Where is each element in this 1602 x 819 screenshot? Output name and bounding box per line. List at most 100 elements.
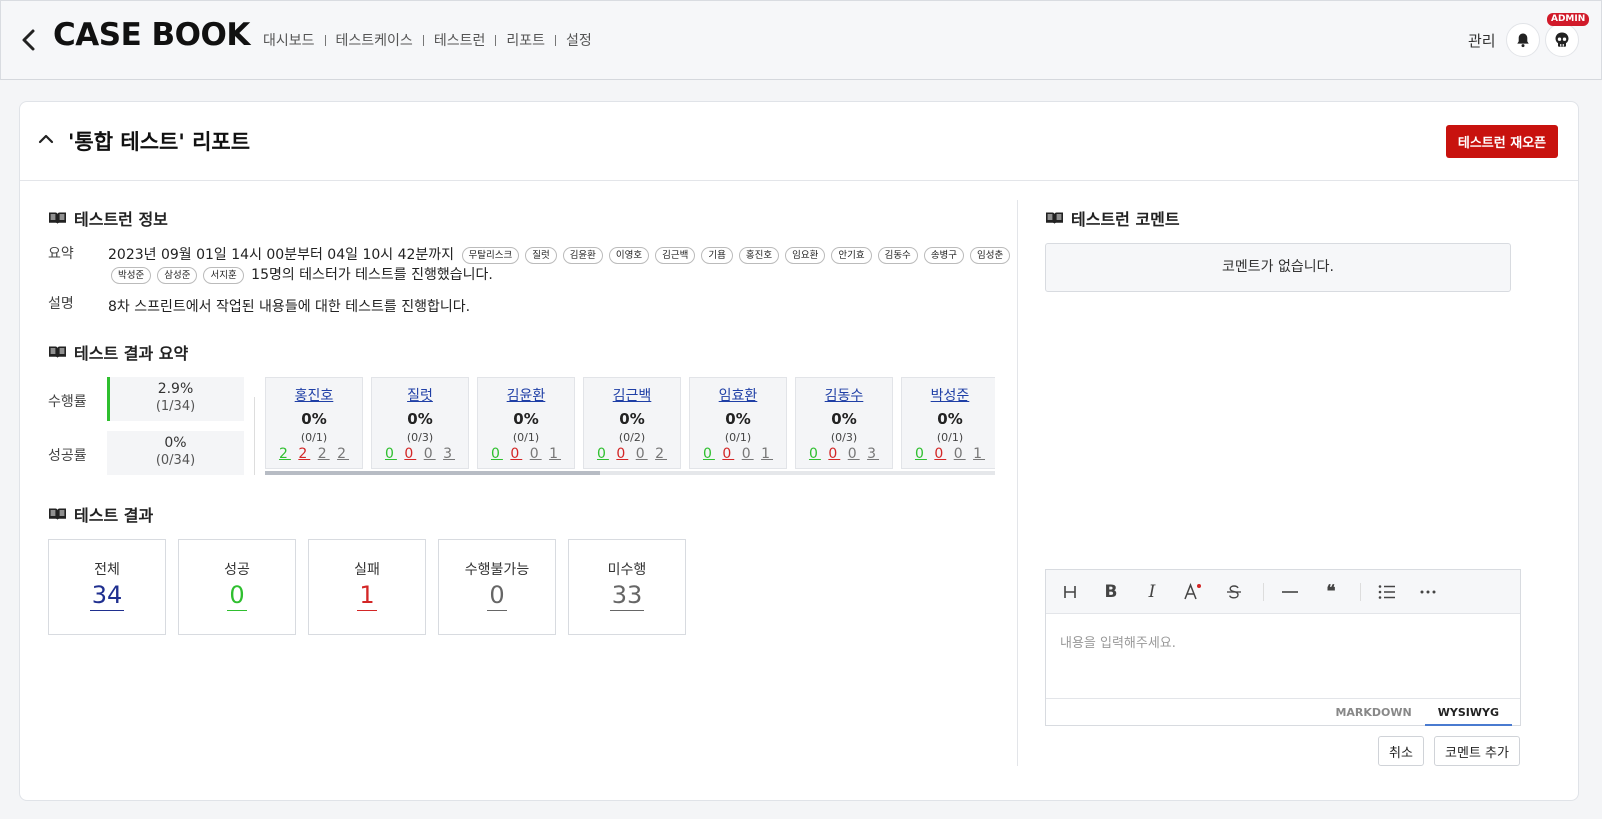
passed-count: 0 (490, 446, 503, 462)
test-results-heading: 테스트 결과 (48, 502, 153, 526)
comment-input[interactable]: 내용을 입력해주세요. (1046, 614, 1520, 698)
failed-count: 0 (828, 446, 841, 462)
add-comment-button[interactable]: 코멘트 추가 (1434, 736, 1520, 766)
nav-divider (324, 34, 326, 46)
untestable-count: 0 (529, 446, 542, 462)
result-label: 성공 (224, 562, 250, 578)
comment-editor: B I ❝ 내용을 입력해주세요. MARKDOWN WYSIWYG (1045, 569, 1521, 726)
nav-testruns[interactable]: 테스트런 (434, 30, 486, 50)
success-rate-percent: 0% (164, 435, 187, 451)
nav-settings[interactable]: 설정 (566, 30, 592, 50)
tester-counts: 0 0 0 1 (902, 446, 995, 462)
result-value[interactable]: 0 (487, 581, 507, 611)
book-icon (49, 212, 66, 224)
tester-cards-scrollbar[interactable] (265, 471, 995, 475)
passed-count: 0 (596, 446, 609, 462)
tester-percent: 0% (831, 410, 857, 428)
description-label: 설명 (48, 296, 74, 312)
editor-mode-tabs: MARKDOWN WYSIWYG (1046, 698, 1520, 726)
failed-count: 0 (616, 446, 629, 462)
book-icon (1046, 212, 1063, 224)
tab-wysiwyg[interactable]: WYSIWYG (1424, 699, 1512, 726)
tester-counts: 0 0 0 1 (690, 446, 786, 462)
tester-percent: 0% (725, 410, 751, 428)
result-value[interactable]: 1 (357, 581, 377, 611)
tester-name-link[interactable]: 박성준 (902, 385, 995, 405)
untested-count: 1 (973, 446, 986, 462)
result-label: 미수행 (607, 562, 647, 578)
scrollbar-thumb[interactable] (265, 471, 600, 475)
tester-tag: 서지훈 (203, 267, 244, 284)
nav-reports[interactable]: 리포트 (506, 30, 545, 50)
tester-fraction: (0/1) (724, 431, 752, 444)
result-box-failed[interactable]: 실패 1 (308, 539, 426, 635)
passed-count: 0 (914, 446, 927, 462)
notification-button[interactable] (1506, 23, 1540, 57)
untestable-count: 0 (423, 446, 436, 462)
result-box-total[interactable]: 전체 34 (48, 539, 166, 635)
nav-divider (495, 34, 497, 46)
result-value[interactable]: 33 (609, 581, 645, 611)
tester-tag: 김동수 (877, 247, 918, 264)
horizontal-rule-icon[interactable] (1276, 578, 1304, 606)
tester-card: 박성준 0% (0/1) 0 0 0 1 (901, 377, 995, 469)
tester-tag: 박성준 (111, 267, 152, 284)
more-icon[interactable] (1414, 578, 1442, 606)
tab-markdown[interactable]: MARKDOWN (1322, 699, 1424, 726)
tester-name-link[interactable]: 김근백 (584, 385, 680, 405)
bold-icon[interactable]: B (1097, 578, 1125, 606)
result-box-untested[interactable]: 미수행 33 (568, 539, 686, 635)
nav-testcases[interactable]: 테스트케이스 (336, 30, 413, 50)
untestable-count: 0 (953, 446, 966, 462)
text-color-icon[interactable] (1179, 578, 1207, 606)
untested-count: 1 (549, 446, 562, 462)
tester-cards[interactable]: 홍진호 0% (0/1) 2 2 2 2 질럿 0% (0/3) 0 0 0 3… (265, 377, 995, 474)
untestable-count: 2 (317, 446, 330, 462)
result-box-passed[interactable]: 성공 0 (178, 539, 296, 635)
logo[interactable]: CASE BOOK (53, 17, 250, 53)
tester-percent: 0% (619, 410, 645, 428)
result-label: 전체 (94, 562, 120, 578)
bell-icon (1517, 33, 1529, 48)
user-avatar[interactable] (1545, 23, 1579, 57)
failed-count: 2 (298, 446, 311, 462)
cancel-button[interactable]: 취소 (1378, 736, 1424, 766)
back-arrow-icon[interactable] (19, 27, 39, 53)
result-value[interactable]: 0 (227, 581, 247, 611)
column-divider (1017, 200, 1018, 766)
tester-name-link[interactable]: 임효환 (690, 385, 786, 405)
tester-counts: 0 0 0 1 (478, 446, 574, 462)
main-nav: 대시보드 테스트케이스 테스트런 리포트 설정 (263, 30, 592, 50)
page-title: '통합 테스트' 리포트 (68, 130, 251, 154)
tester-name-link[interactable]: 홍진호 (266, 385, 362, 405)
failed-count: 0 (510, 446, 523, 462)
chevron-up-icon[interactable] (37, 130, 55, 148)
summary-divider (254, 397, 255, 475)
description-text: 8차 스프린트에서 작업된 내용들에 대한 테스트를 진행합니다. (108, 299, 471, 315)
manage-link[interactable]: 관리 (1468, 30, 1496, 51)
passed-count: 0 (808, 446, 821, 462)
nav-dashboard[interactable]: 대시보드 (263, 30, 315, 50)
progress-rate-percent: 2.9% (157, 381, 194, 397)
result-value[interactable]: 34 (89, 581, 125, 611)
quote-icon[interactable]: ❝ (1317, 578, 1345, 606)
tester-counts: 0 0 0 3 (796, 446, 892, 462)
reopen-testrun-button[interactable]: 테스트런 재오픈 (1446, 125, 1558, 158)
result-label: 수행불가능 (464, 562, 530, 578)
book-icon (49, 508, 66, 520)
result-box-untestable[interactable]: 수행불가능 0 (438, 539, 556, 635)
failed-count: 0 (404, 446, 417, 462)
tester-name-link[interactable]: 김윤환 (478, 385, 574, 405)
tester-fraction: (0/1) (512, 431, 540, 444)
tester-percent: 0% (407, 410, 433, 428)
tester-name-link[interactable]: 질럿 (372, 385, 468, 405)
heading-icon[interactable] (1056, 578, 1084, 606)
editor-toolbar: B I ❝ (1046, 570, 1520, 614)
italic-icon[interactable]: I (1138, 578, 1166, 606)
tester-fraction: (0/2) (618, 431, 646, 444)
top-bar: CASE BOOK 대시보드 테스트케이스 테스트런 리포트 설정 관리 ADM… (0, 0, 1602, 80)
strikethrough-icon[interactable] (1220, 578, 1248, 606)
comments-heading: 테스트런 코멘트 (1045, 206, 1180, 230)
bullet-list-icon[interactable] (1373, 578, 1401, 606)
tester-name-link[interactable]: 김동수 (796, 385, 892, 405)
